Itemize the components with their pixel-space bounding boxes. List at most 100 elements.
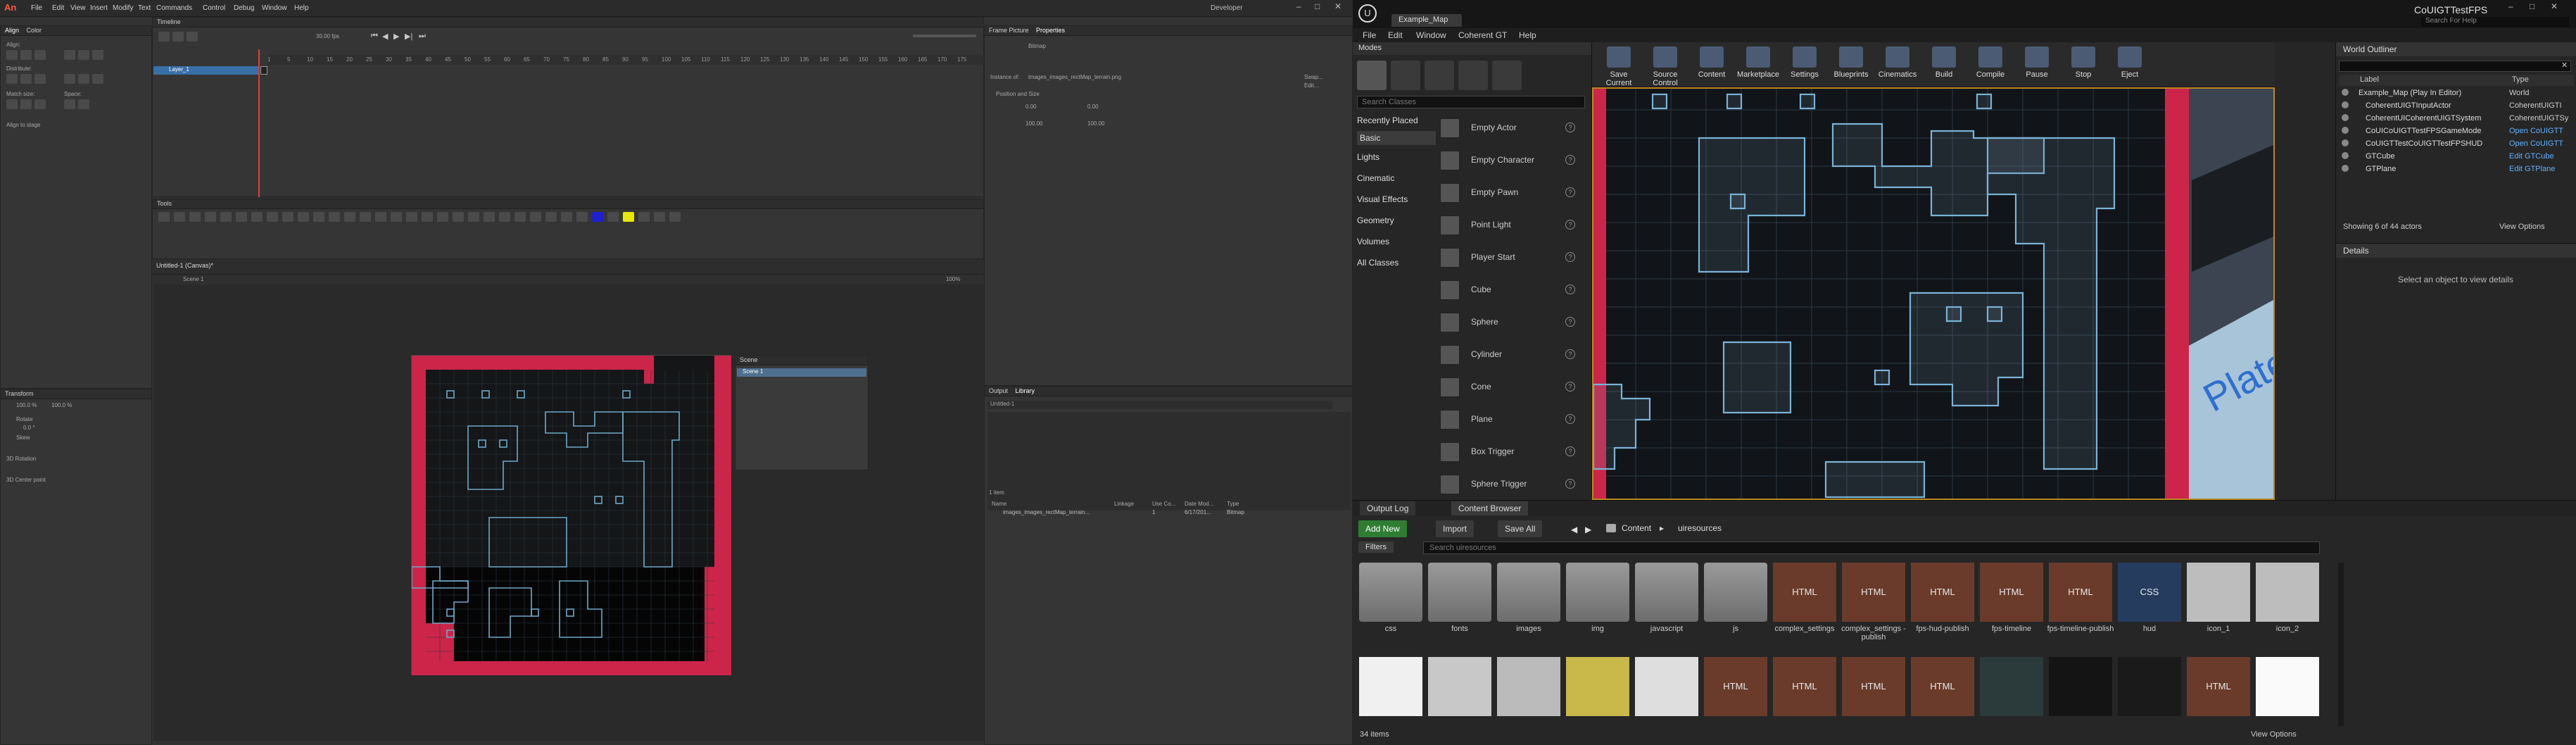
tab-properties[interactable]: Properties [1036,27,1065,34]
actor-item[interactable]: Cube? [1437,273,1578,304]
help-icon[interactable]: ? [1565,317,1575,327]
tool-icon[interactable] [422,212,433,222]
asset-tile[interactable] [1495,657,1562,720]
toolbar-button[interactable]: Build [1921,45,1966,84]
playhead[interactable] [258,49,260,197]
asset-tile[interactable] [1357,657,1425,720]
asset-tile[interactable]: HTML fps-hud-publish [1909,563,1976,646]
tool-icon[interactable] [344,212,355,222]
outliner-col-label[interactable]: Label [2360,75,2379,84]
asset-tile[interactable] [1978,657,2045,720]
help-icon[interactable]: ? [1565,220,1575,230]
actor-item[interactable]: Sphere? [1437,306,1578,337]
ue-menu-help[interactable]: Help [1519,30,1536,40]
toolbar-button[interactable]: Marketplace [1736,45,1781,84]
visibility-eye-icon[interactable] [2342,127,2349,134]
help-icon[interactable]: ? [1565,479,1575,489]
tool-icon[interactable] [654,212,665,222]
toolbar-button[interactable]: Cinematics [1875,45,1920,84]
tab-example-map[interactable]: Example_Map [1391,14,1462,27]
search-help-input[interactable]: Search For Help [2421,17,2569,27]
forward-arrow-icon[interactable]: ▶ [1585,525,1591,534]
outliner-clear-search-icon[interactable]: ✕ [2561,61,2568,70]
align-hcenter-icon[interactable] [20,50,32,60]
asset-tile[interactable] [1564,657,1631,720]
tool-icon[interactable] [251,212,263,222]
menu-modify[interactable]: Modify [113,4,133,12]
geometry-mode-icon[interactable] [1492,61,1522,90]
match-both-icon[interactable] [34,99,46,109]
tool-icon[interactable] [298,212,309,222]
go-to-last-icon[interactable]: ⏭ [419,32,426,41]
workspace-switcher[interactable]: Developer [1211,4,1243,12]
space-horizontal-icon[interactable] [78,99,89,109]
transform-height[interactable]: 100.0 % [51,402,72,408]
path-content[interactable]: Content [1622,523,1651,533]
paint-mode-icon[interactable] [1391,61,1420,90]
asset-tile[interactable]: fonts [1426,563,1494,646]
asset-tile[interactable]: js [1702,563,1769,646]
tool-icon[interactable] [453,212,464,222]
filters-button[interactable]: Filters [1358,541,1394,553]
outliner-row[interactable]: GTPlane Edit GTPlane [2342,163,2575,176]
new-folder-icon[interactable] [172,32,184,42]
outliner-row[interactable]: GTCube Edit GTCube [2342,151,2575,163]
y-value[interactable]: 0.00 [1087,104,1099,110]
actor-item[interactable]: Player Start? [1437,241,1578,272]
menu-debug[interactable]: Debug [234,4,254,12]
visibility-eye-icon[interactable] [2342,114,2349,121]
actor-item[interactable]: Empty Pawn? [1437,176,1578,207]
library-document-select[interactable]: Untitled-1 [987,401,1332,409]
tool-icon[interactable] [514,212,526,222]
asset-tile[interactable]: HTML [1909,657,1976,720]
toolbar-button[interactable]: Settings [1782,45,1827,84]
distribute-hcenter-icon[interactable] [78,74,89,84]
scene-list-item[interactable]: Scene 1 [737,368,866,377]
tool-icon[interactable] [607,212,619,222]
actor-item[interactable]: Plane? [1437,403,1578,434]
asset-tile[interactable] [2047,657,2114,720]
tool-icon[interactable] [623,212,634,222]
tab-document[interactable]: Untitled-1 (Canvas)* [156,262,213,269]
tool-icon[interactable] [313,212,324,222]
asset-tile[interactable]: images [1495,563,1562,646]
col-type[interactable]: Type [1227,501,1239,507]
skew-radio[interactable]: Skew [16,434,30,441]
position-size-section[interactable]: Position and Size [996,91,1040,97]
ue-close-icon[interactable]: ✕ [2551,1,2558,11]
tool-icon[interactable] [329,212,340,222]
toolbar-button[interactable]: Compile [1968,45,2013,84]
menu-commands[interactable]: Commands [156,4,192,12]
asset-tile[interactable]: CSS hud [2116,563,2183,646]
tab-color[interactable]: Color [27,27,42,34]
ue-maximize-icon[interactable]: □ [2530,1,2534,11]
new-layer-icon[interactable] [158,32,170,42]
asset-tile[interactable]: HTML [1771,657,1838,720]
cb-view-options[interactable]: View Options [2251,730,2297,739]
tab-library[interactable]: Library [1016,387,1035,394]
distribute-top-icon[interactable] [6,74,18,84]
match-width-icon[interactable] [6,99,18,109]
outliner-col-type[interactable]: Type [2512,75,2529,84]
tool-icon[interactable] [236,212,247,222]
tab-content-browser[interactable]: Content Browser [1451,501,1529,515]
asset-tile[interactable]: HTML [2185,657,2252,720]
menu-help[interactable]: Help [294,4,309,12]
asset-tile[interactable]: HTML [1702,657,1769,720]
zoom-value[interactable]: 100% [946,276,960,282]
outliner-row[interactable]: CoUIGTTestCoUIGTTestFPSHUD Open CoUIGTT [2342,138,2575,151]
align-top-icon[interactable] [64,50,75,60]
toolbar-button[interactable]: Eject [2107,45,2152,84]
actor-item[interactable]: Cylinder? [1437,338,1578,369]
maximize-icon[interactable]: □ [1315,1,1320,11]
tool-icon[interactable] [189,212,201,222]
landscape-mode-icon[interactable] [1425,61,1454,90]
tool-icon[interactable] [530,212,541,222]
actor-item[interactable]: Empty Actor? [1437,111,1578,142]
ue-menu-coherent[interactable]: Coherent GT [1458,30,1507,40]
col-name[interactable]: Name [992,501,1006,507]
rotate-radio[interactable]: Rotate [16,416,33,422]
tool-icon[interactable] [484,212,495,222]
delete-layer-icon[interactable] [187,32,198,42]
asset-tile[interactable]: HTML fps-timeline [1978,563,2045,646]
